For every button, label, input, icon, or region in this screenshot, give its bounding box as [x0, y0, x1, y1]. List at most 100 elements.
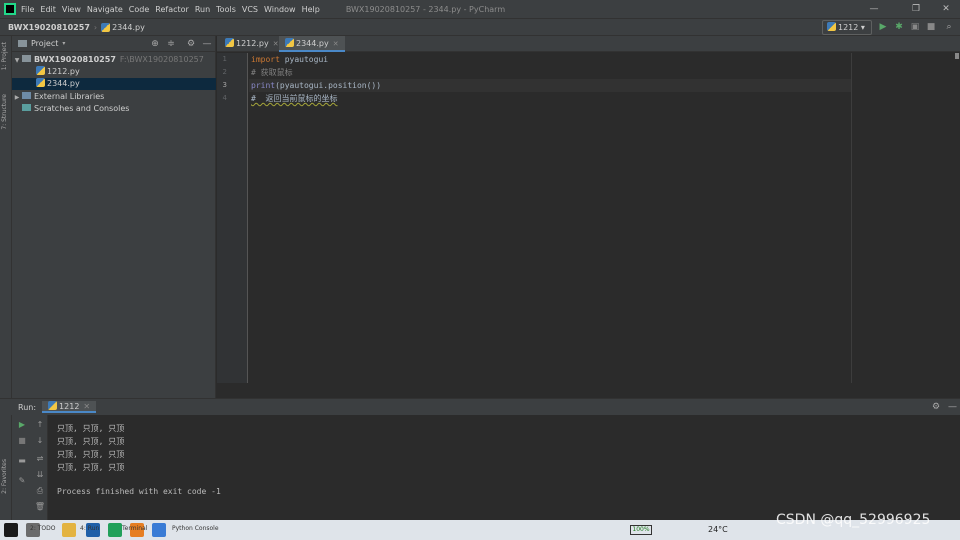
pin-icon[interactable]: ✎: [16, 475, 28, 487]
battery-icon[interactable]: 100%: [630, 525, 652, 535]
collapse-all-icon[interactable]: ≑: [165, 38, 177, 50]
scratches-icon: [22, 104, 31, 111]
menu-navigate[interactable]: Navigate: [87, 5, 123, 14]
restore-icon[interactable]: ❐: [902, 0, 930, 18]
todo-tab[interactable]: 2: TODO: [30, 525, 55, 532]
up-arrow-icon[interactable]: ↑: [34, 419, 46, 431]
breadcrumb-separator: ›: [93, 22, 98, 32]
window-title: BWX19020810257 - 2344.py - PyCharm: [345, 4, 506, 14]
run-config-label: 1212: [838, 23, 859, 32]
favorites-tool-window-button[interactable]: 2: Favorites: [1, 459, 8, 494]
delete-icon[interactable]: 🗑: [34, 501, 46, 513]
chevron-down-icon[interactable]: ▾: [62, 40, 65, 47]
tab-2344[interactable]: 2344.py ✕: [279, 36, 345, 52]
code-line-2: # 获取鼠标: [251, 68, 293, 77]
close-icon[interactable]: ✕: [83, 402, 90, 411]
run-toolbar: ▶ ↑ ■ ↓ ▬ ⇌ ⇊ ✎ ⎙ 🗑: [12, 415, 48, 520]
external-libraries-label: External Libraries: [34, 92, 105, 101]
library-icon: [22, 92, 31, 99]
terminal-tab[interactable]: Terminal: [122, 525, 147, 532]
stop-icon[interactable]: ■: [16, 435, 28, 447]
breadcrumb-file[interactable]: 2344.py: [112, 23, 145, 32]
tree-external-libraries[interactable]: ▶ External Libraries: [12, 91, 216, 103]
menu-vcs[interactable]: VCS: [242, 5, 258, 14]
gear-icon[interactable]: ⚙: [932, 402, 940, 412]
project-view-select[interactable]: Project: [31, 39, 58, 48]
editor-scroll-marker[interactable]: [955, 53, 959, 59]
run-console-output[interactable]: 只顶, 只顶, 只顶 只顶, 只顶, 只顶 只顶, 只顶, 只顶 只顶, 只顶,…: [49, 415, 960, 520]
soft-wrap-icon[interactable]: ⇌: [34, 453, 46, 465]
python-file-icon: [36, 78, 45, 87]
menu-code[interactable]: Code: [129, 5, 149, 14]
left-tool-stripe-bottom: 2: Favorites: [0, 415, 12, 520]
menu-run[interactable]: Run: [195, 5, 210, 14]
project-tool-window-button[interactable]: 1: Project: [1, 42, 8, 70]
menu-tools[interactable]: Tools: [216, 5, 236, 14]
windows-start-icon[interactable]: [4, 523, 18, 537]
tab-label: 2344.py: [296, 39, 329, 48]
run-icon[interactable]: ▶: [876, 20, 890, 35]
menu-help[interactable]: Help: [302, 5, 320, 14]
csdn-watermark: CSDN @qq_52996925: [776, 512, 931, 528]
file-name: 1212.py: [47, 67, 80, 76]
run-tool-tab[interactable]: 4: Run: [80, 525, 99, 532]
editor-tab-bar: 1212.py ✕ 2344.py ✕: [217, 36, 960, 52]
close-icon[interactable]: ✕: [932, 0, 960, 18]
output-line: 只顶, 只顶, 只顶: [57, 450, 125, 459]
menu-view[interactable]: View: [62, 5, 81, 14]
debug-icon[interactable]: ✱: [892, 20, 906, 35]
search-everywhere-icon[interactable]: ⌕: [942, 20, 956, 35]
code-editor[interactable]: import pyautogui # 获取鼠标 print(pyautogui.…: [249, 53, 960, 383]
python-console-tab[interactable]: Python Console: [172, 525, 219, 532]
weather-temperature[interactable]: 24°C: [708, 525, 728, 534]
run-configuration-select[interactable]: 1212 ▾: [822, 20, 872, 35]
line-number: 4: [222, 94, 227, 102]
locate-icon[interactable]: ⊕: [149, 38, 161, 50]
down-arrow-icon[interactable]: ↓: [34, 435, 46, 447]
code-line-4: # 返回当前鼠标的坐标: [251, 94, 338, 103]
print-icon[interactable]: ⎙: [34, 485, 46, 497]
output-line: 只顶, 只顶, 只顶: [57, 424, 125, 433]
tree-root-project[interactable]: ▼ BWX19020810257 F:\BWX19020810257: [12, 54, 216, 66]
menu-file[interactable]: File: [21, 5, 34, 14]
stop-icon[interactable]: ■: [924, 20, 938, 35]
menu-bar: File Edit View Navigate Code Refactor Ru…: [0, 0, 960, 18]
pycharm-taskbar-icon[interactable]: [108, 523, 122, 537]
run-tab-label: 1212: [59, 402, 80, 411]
layout-icon[interactable]: ▬: [16, 455, 28, 467]
hide-icon[interactable]: —: [948, 402, 957, 412]
tab-label: 1212.py: [236, 39, 269, 48]
right-margin-guide: [851, 53, 852, 383]
menu-edit[interactable]: Edit: [40, 5, 56, 14]
hide-icon[interactable]: —: [201, 38, 213, 50]
structure-tool-window-button[interactable]: 7: Structure: [1, 94, 8, 130]
python-file-icon: [285, 38, 294, 47]
coverage-icon[interactable]: ▣: [908, 20, 922, 35]
scroll-to-end-icon[interactable]: ⇊: [34, 469, 46, 481]
rerun-icon[interactable]: ▶: [16, 419, 28, 431]
navigation-bar: BWX19020810257 › 2344.py 1212 ▾ ▶ ✱ ▣ ■ …: [0, 18, 960, 36]
tab-1212[interactable]: 1212.py ✕: [219, 36, 285, 52]
tree-file-1212[interactable]: 1212.py: [12, 66, 216, 78]
project-root-name: BWX19020810257: [34, 55, 116, 64]
app-icon[interactable]: [152, 523, 166, 537]
python-file-icon: [225, 38, 234, 47]
breadcrumb-project[interactable]: BWX19020810257: [8, 23, 90, 32]
run-label: Run:: [18, 402, 37, 412]
python-file-icon: [48, 401, 58, 410]
minimize-icon[interactable]: —: [860, 0, 888, 18]
project-root-path: F:\BWX19020810257: [119, 55, 204, 64]
tree-file-2344[interactable]: 2344.py: [12, 78, 216, 90]
file-explorer-icon[interactable]: [62, 523, 76, 537]
gear-icon[interactable]: ⚙: [185, 38, 197, 50]
scratches-label: Scratches and Consoles: [34, 104, 130, 113]
file-name: 2344.py: [47, 79, 80, 88]
close-icon[interactable]: ✕: [273, 40, 279, 48]
line-number: 1: [222, 55, 227, 63]
menu-refactor[interactable]: Refactor: [155, 5, 189, 14]
menu-window[interactable]: Window: [264, 5, 296, 14]
run-tab-1212[interactable]: 1212 ✕: [42, 401, 97, 413]
tree-scratches[interactable]: Scratches and Consoles: [12, 103, 216, 115]
editor-gutter: 1 2 3 4: [217, 53, 248, 383]
close-icon[interactable]: ✕: [333, 40, 339, 48]
